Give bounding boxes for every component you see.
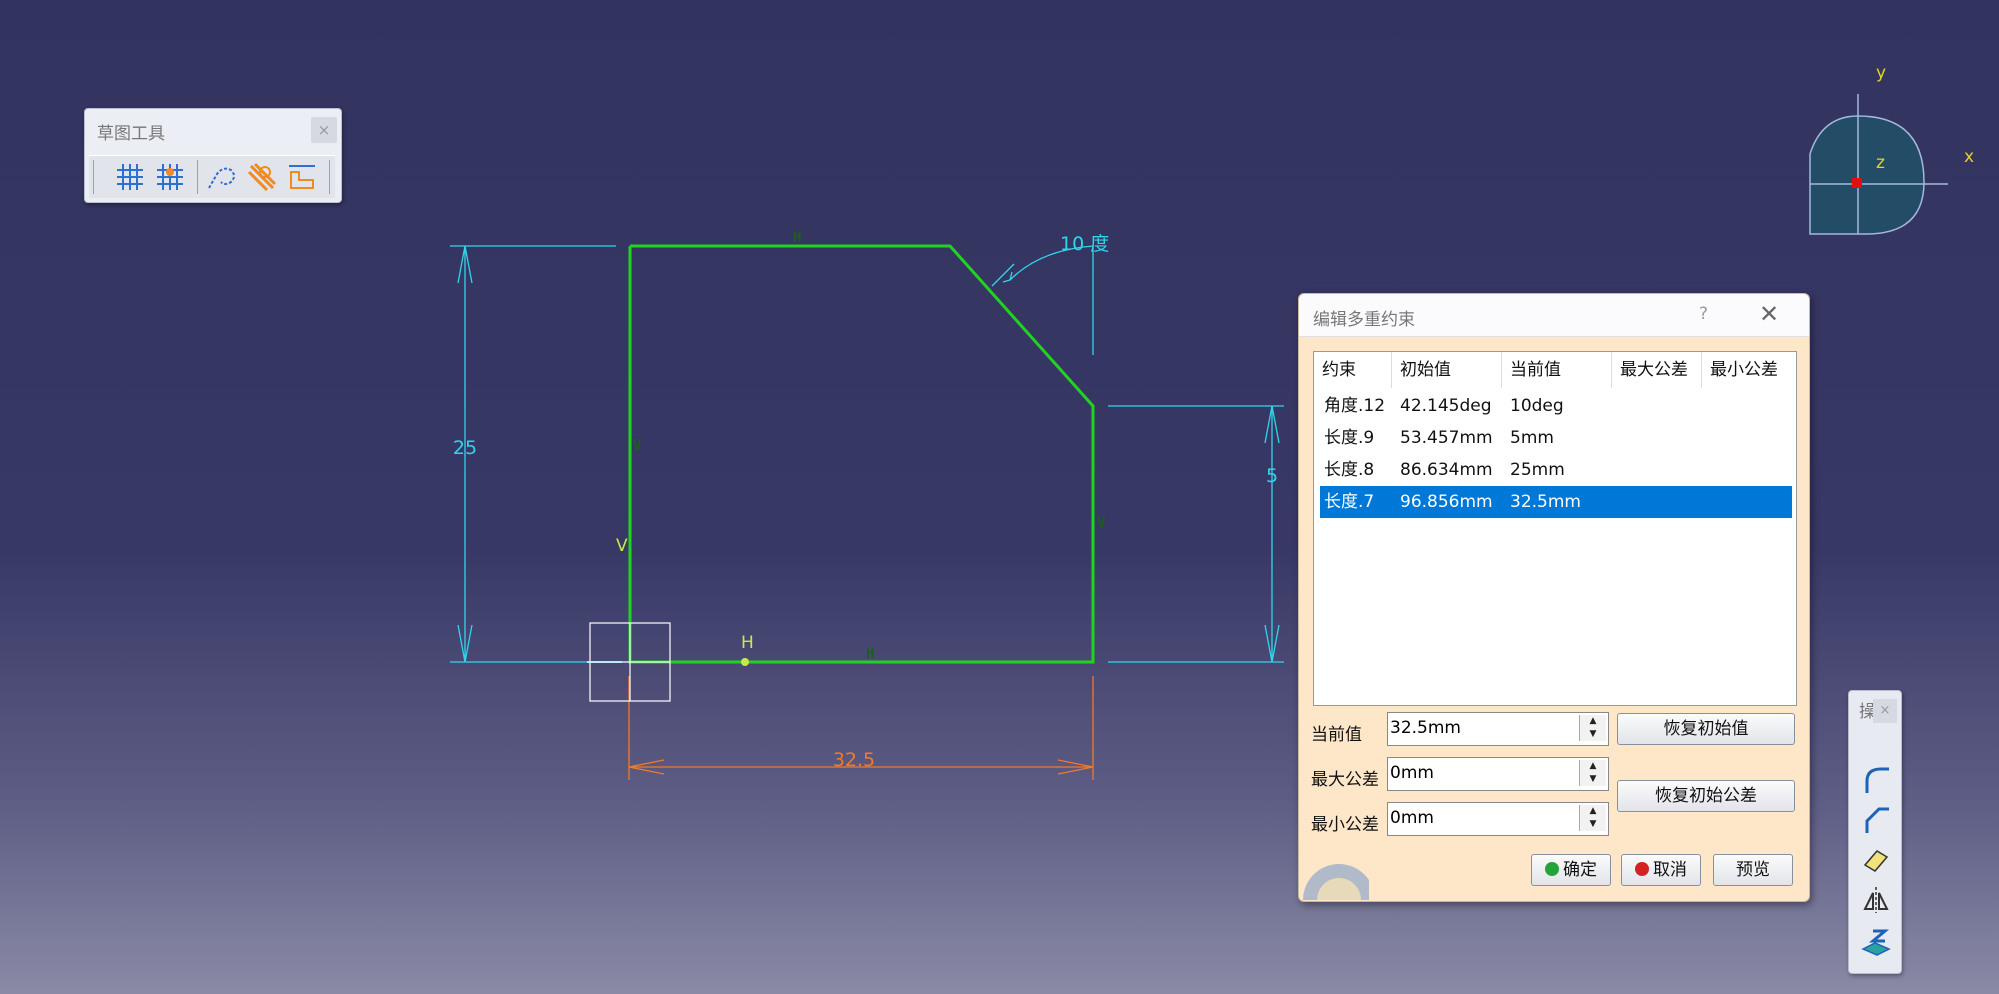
ok-button[interactable]: 确定 — [1531, 854, 1611, 886]
spin-down-icon[interactable]: ▼ — [1580, 728, 1606, 741]
corner-icon[interactable] — [1859, 763, 1893, 797]
chamfer-icon[interactable] — [1859, 803, 1893, 837]
axis-x-label: x — [1964, 147, 1974, 167]
toolbar-button-row — [89, 155, 335, 198]
max-tolerance-spinner[interactable]: ▲ ▼ — [1579, 760, 1606, 786]
horizontal-constraint-top: H — [793, 230, 801, 246]
cancel-button[interactable]: 取消 — [1621, 854, 1701, 886]
table-row[interactable]: 长度.8 86.634mm 25mm — [1320, 454, 1792, 486]
operation-toolbar-close-button[interactable]: × — [1873, 699, 1897, 723]
project-3d-icon[interactable] — [1859, 925, 1893, 959]
restore-initial-value-button[interactable]: 恢复初始值 — [1617, 713, 1795, 745]
ok-button-label: 确定 — [1563, 860, 1597, 880]
min-tolerance-field[interactable]: ▲ ▼ — [1387, 802, 1609, 836]
spin-down-icon[interactable]: ▼ — [1580, 818, 1606, 831]
cancel-icon — [1635, 862, 1649, 876]
current-value-spinner[interactable]: ▲ ▼ — [1579, 715, 1606, 741]
cell-name: 长度.9 — [1324, 428, 1375, 448]
point-marker — [741, 658, 749, 666]
horizontal-constraint-bottom: H — [866, 646, 874, 662]
cell-current: 10deg — [1510, 396, 1564, 416]
axis-z-label: z — [1876, 153, 1885, 173]
height-dimension-label[interactable]: 25 — [453, 437, 477, 459]
dialog-close-button[interactable]: ✕ — [1759, 300, 1779, 328]
cell-name: 长度.7 — [1324, 492, 1375, 512]
construction-element-icon[interactable] — [205, 160, 239, 194]
operation-toolbar: 操 × — [1848, 690, 1902, 974]
min-tolerance-label: 最小公差 — [1311, 815, 1379, 835]
snap-to-point-icon[interactable] — [153, 160, 187, 194]
vertical-axis-constraint: V — [616, 536, 628, 556]
sketch-profile[interactable] — [628, 244, 1095, 664]
min-tolerance-input[interactable] — [1390, 806, 1570, 830]
dialog-title: 编辑多重约束 — [1313, 310, 1415, 330]
cell-initial: 96.856mm — [1400, 492, 1493, 512]
compass[interactable]: z y x — [1808, 63, 1974, 241]
axis-y-label: y — [1876, 63, 1886, 83]
column-header-max-tol[interactable]: 最大公差 — [1612, 352, 1702, 388]
cell-name: 长度.8 — [1324, 460, 1375, 480]
table-row[interactable]: 长度.9 53.457mm 5mm — [1320, 422, 1792, 454]
toolbar-close-button[interactable]: × — [311, 117, 337, 143]
angle-dimension-label[interactable]: 10 度 — [1060, 233, 1109, 255]
current-value-label: 当前值 — [1311, 725, 1362, 745]
current-value-input[interactable] — [1390, 716, 1570, 740]
min-tolerance-spinner[interactable]: ▲ ▼ — [1579, 805, 1606, 831]
column-header-constraint[interactable]: 约束 — [1314, 352, 1392, 388]
preview-button[interactable]: 预览 — [1713, 854, 1793, 886]
max-tolerance-field[interactable]: ▲ ▼ — [1387, 757, 1609, 791]
sketch-tools-toolbar: 草图工具 × — [84, 108, 342, 203]
edit-multi-constraint-dialog: 编辑多重约束 ? ✕ 约束 初始值 当前值 最大公差 最小公差 角度.12 42… — [1298, 293, 1810, 902]
spin-up-icon[interactable]: ▲ — [1580, 760, 1606, 773]
right-height-dimension-label[interactable]: 5 — [1266, 465, 1278, 487]
cell-name: 角度.12 — [1324, 396, 1386, 416]
toolbar-title: 草图工具 — [97, 124, 165, 144]
max-tolerance-label: 最大公差 — [1311, 770, 1379, 790]
spin-up-icon[interactable]: ▲ — [1580, 805, 1606, 818]
cell-current: 25mm — [1510, 460, 1565, 480]
vertical-constraint-left: V — [633, 438, 642, 454]
cell-initial: 86.634mm — [1400, 460, 1493, 480]
dimensional-constraints-icon[interactable] — [285, 160, 319, 194]
width-dimension-label[interactable]: 32.5 — [833, 749, 875, 771]
grid-icon[interactable] — [113, 160, 147, 194]
constraint-table[interactable]: 约束 初始值 当前值 最大公差 最小公差 角度.12 42.145deg 10d… — [1313, 351, 1797, 706]
help-button[interactable]: ? — [1699, 304, 1708, 324]
trim-icon[interactable] — [1859, 843, 1893, 877]
restore-initial-tolerance-button[interactable]: 恢复初始公差 — [1617, 780, 1795, 812]
horizontal-axis-constraint: H — [741, 633, 754, 653]
geometric-constraints-icon[interactable] — [245, 160, 279, 194]
spin-down-icon[interactable]: ▼ — [1580, 773, 1606, 786]
cell-current: 5mm — [1510, 428, 1554, 448]
column-header-min-tol[interactable]: 最小公差 — [1702, 352, 1794, 388]
column-header-initial[interactable]: 初始值 — [1392, 352, 1502, 388]
table-row-selected[interactable]: 长度.7 96.856mm 32.5mm — [1320, 486, 1792, 518]
cell-initial: 53.457mm — [1400, 428, 1493, 448]
dialog-titlebar[interactable]: 编辑多重约束 ? ✕ — [1299, 294, 1809, 337]
mirror-icon[interactable] — [1859, 883, 1893, 917]
vertical-constraint-right: V — [1097, 515, 1106, 531]
cell-current: 32.5mm — [1510, 492, 1581, 512]
current-value-field[interactable]: ▲ ▼ — [1387, 712, 1609, 746]
cancel-button-label: 取消 — [1653, 860, 1687, 880]
catia-logo-icon — [1303, 864, 1369, 900]
max-tolerance-input[interactable] — [1390, 761, 1570, 785]
spin-up-icon[interactable]: ▲ — [1580, 715, 1606, 728]
ok-icon — [1545, 862, 1559, 876]
cell-initial: 42.145deg — [1400, 396, 1492, 416]
table-row[interactable]: 角度.12 42.145deg 10deg — [1320, 390, 1792, 422]
column-header-current[interactable]: 当前值 — [1502, 352, 1612, 388]
dimension-lines — [450, 245, 1284, 663]
